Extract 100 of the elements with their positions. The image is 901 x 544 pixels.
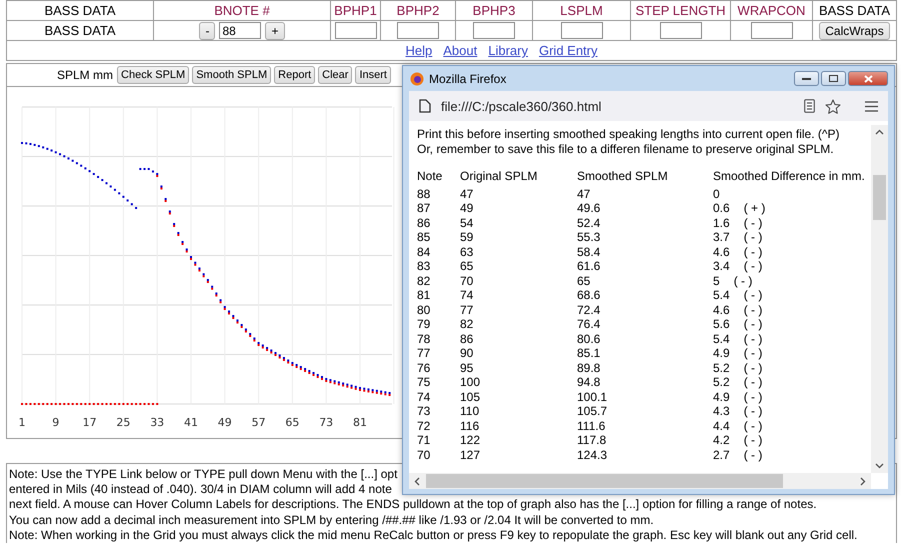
table-cell-text: 76.4 [577,317,602,332]
table-cell: ( - ) [744,418,762,433]
table-cell-text: 74 [460,288,474,302]
table-cell: ( - ) [744,288,762,302]
axis-unit-label: SPLM mm [57,68,114,82]
instruction-text: Or, remember to save this file to a differen filename to preserve original SPLM. [417,142,835,156]
calc-wraps-button[interactable]: CalcWraps [819,22,890,40]
table-cell: ( - ) [744,448,762,462]
column-header: BASS DATA [812,0,896,20]
table-cell-text: 82 [460,317,474,332]
table-cell-text: 76 [417,360,432,375]
input-field[interactable] [750,22,792,39]
column-header: BPHP2 [380,0,456,20]
table-cell-text: 52.4 [577,216,602,230]
input-field[interactable] [473,22,515,39]
maximize-button[interactable] [821,71,846,86]
axis-tick-label: 41 [184,416,198,429]
scroll-left-icon[interactable] [414,476,420,486]
table-cell: 4.2 [713,433,730,448]
table-cell-text: 111.6 [577,418,606,433]
table-cell-text: 83 [417,259,432,274]
table-cell: 4.6 [713,302,730,317]
axis-tick-label: 1 [18,416,26,429]
note-text: Note: When working in the Grid you must always click the mid menu ReCalc button or press F9 key to repopulate the graph. Esc key will blank out any Grid cell. [9,528,858,543]
axis-tick-label: 57 [252,416,266,429]
table-cell-text: 100 [460,375,482,390]
table-cell-text: 85 [417,230,432,244]
note-text: Note: Use the TYPE Link below or TYPE pull down Menu with the [...] opt [9,467,398,482]
table-cell-text: 49.6 [577,201,602,216]
table-cell-text: 47 [577,186,592,201]
table-cell: 5.4 [713,288,730,302]
scroll-right-icon[interactable] [860,476,866,486]
input-field[interactable] [334,22,376,39]
input-field[interactable]: 88 [219,22,262,39]
table-cell: 5.4 [713,332,730,346]
maximize-icon [829,75,838,82]
table-cell: 3.7 [713,230,730,244]
table-cell-text: 49 [460,201,474,216]
table-cell: 4.6 [713,244,730,259]
minimize-icon [802,77,811,80]
input-field[interactable] [660,22,702,39]
nav-link[interactable]: Library [488,43,528,58]
table-cell-text: 59 [460,230,474,244]
nav-link[interactable]: About [443,43,478,58]
scrollbar-thumb[interactable] [873,175,886,220]
axis-tick-label: 81 [353,416,367,429]
close-button[interactable] [848,71,888,86]
table-cell-text: 74 [417,390,432,404]
table-cell-text: 89.8 [577,360,602,375]
table-cell-text: 124.3 [577,448,608,462]
table-cell: BASS DATA [6,20,154,40]
decrement-button[interactable]: - [199,22,216,40]
table-cell: 4.4 [713,418,730,433]
table-cell-text: 90 [460,346,474,360]
toolbar-button[interactable]: Insert [355,66,391,84]
scroll-up-icon[interactable] [875,129,884,135]
table-cell: 5.6 [713,317,730,332]
table-cell-text: 72.4 [577,302,602,317]
scrollbar-thumb[interactable] [426,474,783,488]
table-cell-text: 77 [460,302,474,317]
table-cell-text: 127 [460,448,482,462]
input-field[interactable] [397,22,439,39]
table-cell-text: 116 [460,418,480,433]
nav-link[interactable]: Grid Entry [538,43,598,58]
table-cell: 1.6 [713,216,730,230]
toolbar-button[interactable]: Clear [318,66,352,84]
table-cell: ( - ) [744,216,762,230]
table-cell: 5.2 [713,360,730,375]
column-header: STEP LENGTH [630,0,730,20]
input-field[interactable] [560,22,602,39]
table-cell-text: 75 [417,375,432,390]
nav-link[interactable]: Help [406,43,432,58]
toolbar-button[interactable]: Smooth SPLM [192,66,272,84]
table-cell: 0 [713,186,720,201]
table-cell: ( - ) [744,230,762,244]
table-cell: 4.9 [713,346,730,360]
page-icon [419,99,431,113]
instruction-text: Print this before inserting smoothed speaking lengths into current open file. (^P) [417,127,841,142]
increment-button[interactable]: + [265,22,284,40]
column-header: Original SPLM [460,169,538,184]
table-cell-text: 70 [460,274,474,288]
toolbar-button[interactable]: Report [274,66,316,84]
star-icon[interactable] [825,98,841,114]
menu-icon[interactable] [865,100,878,112]
toolbar-button[interactable]: Check SPLM [117,66,190,84]
note-text: entered in Mils (40 instead of .040). 30/4 in DIAM column will add 4 note [9,482,392,498]
table-cell-text: 81 [417,288,432,302]
note-text: You can now add a decimal inch measurement into SPLM by entering /##.## like /1.93 or /2.04 It will be converted to mm. [9,512,654,528]
browser-logo-icon [410,72,424,86]
column-header: BASS DATA [6,0,154,20]
minimize-button[interactable] [794,71,819,86]
table-cell: ( + ) [744,201,766,216]
reader-view-icon[interactable] [804,99,815,113]
scroll-down-icon[interactable] [875,463,884,469]
table-cell: ( - ) [744,302,762,317]
table-cell: ( - ) [744,259,762,274]
table-cell-text: 73 [417,404,432,418]
table-cell-text: 55.3 [577,230,602,244]
table-cell: ( - ) [744,404,762,418]
note-text: next field. A mouse can Hover Column Labels for descriptions. The ENDS pulldown at the top of graph also has the [...] option for filling a range of notes. [9,497,817,513]
